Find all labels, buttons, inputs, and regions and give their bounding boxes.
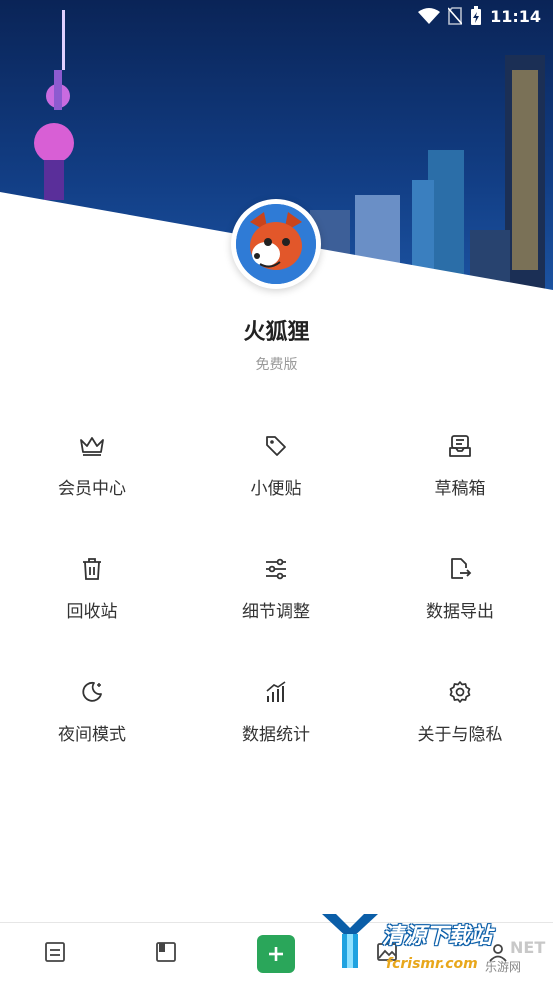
battery-charging-icon (470, 6, 482, 26)
file-export-icon (446, 555, 474, 583)
watermark-site-secondary: 乐游网 (485, 960, 522, 974)
plus-icon (269, 946, 284, 961)
watermark-net: NET (510, 938, 546, 957)
no-sim-icon (448, 7, 463, 25)
menu-label: 关于与隐私 (417, 725, 503, 745)
tab-notebook[interactable] (111, 923, 222, 984)
bar-chart-icon (262, 678, 290, 706)
tab-add[interactable] (221, 923, 332, 984)
menu-item-drafts[interactable]: 草稿箱 (368, 420, 552, 543)
menu-label: 数据导出 (426, 602, 494, 622)
drafts-tray-icon (446, 432, 474, 460)
gear-icon (446, 678, 474, 706)
crown-icon (78, 432, 106, 460)
menu-label: 会员中心 (58, 479, 126, 499)
menu-label: 回收站 (66, 602, 118, 622)
sliders-icon (262, 555, 290, 583)
tag-icon (262, 432, 290, 460)
notes-list-icon (44, 941, 66, 967)
menu-item-night-mode[interactable]: 夜间模式 (0, 666, 184, 789)
menu-grid: 会员中心 小便贴 草稿箱 回收站 细节调整 数据导出 夜间模式 数据统计 关于与… (0, 420, 553, 789)
avatar[interactable] (231, 199, 321, 289)
watermark-brand: 清源下载站 (382, 924, 493, 949)
watermark-site: fcrismr.com (386, 956, 478, 972)
menu-item-detail-settings[interactable]: 细节调整 (184, 543, 368, 666)
menu-label: 草稿箱 (434, 479, 486, 499)
menu-item-about-privacy[interactable]: 关于与隐私 (368, 666, 552, 789)
status-bar: 11:14 (0, 0, 553, 32)
add-button[interactable] (257, 934, 296, 973)
menu-item-membership[interactable]: 会员中心 (0, 420, 184, 543)
moon-icon (78, 678, 106, 706)
watermark-emblem (322, 914, 378, 968)
plan-badge: 免费版 (255, 357, 298, 373)
menu-item-sticky-notes[interactable]: 小便贴 (184, 420, 368, 543)
menu-label: 小便贴 (250, 479, 302, 499)
watermark-logo: 清源下载站 NET fcrismr.com 乐游网 (320, 910, 553, 983)
menu-label: 数据统计 (242, 725, 310, 745)
wifi-icon (418, 8, 441, 24)
menu-item-data-export[interactable]: 数据导出 (368, 543, 552, 666)
fox-avatar-image (236, 204, 316, 284)
tab-notes[interactable] (0, 923, 111, 984)
notebook-icon (155, 941, 177, 967)
menu-label: 夜间模式 (58, 725, 126, 745)
trash-icon (78, 555, 106, 583)
status-time: 11:14 (490, 6, 541, 26)
menu-item-statistics[interactable]: 数据统计 (184, 666, 368, 789)
menu-item-recycle-bin[interactable]: 回收站 (0, 543, 184, 666)
menu-label: 细节调整 (242, 602, 310, 622)
user-name: 火狐狸 (243, 320, 310, 345)
